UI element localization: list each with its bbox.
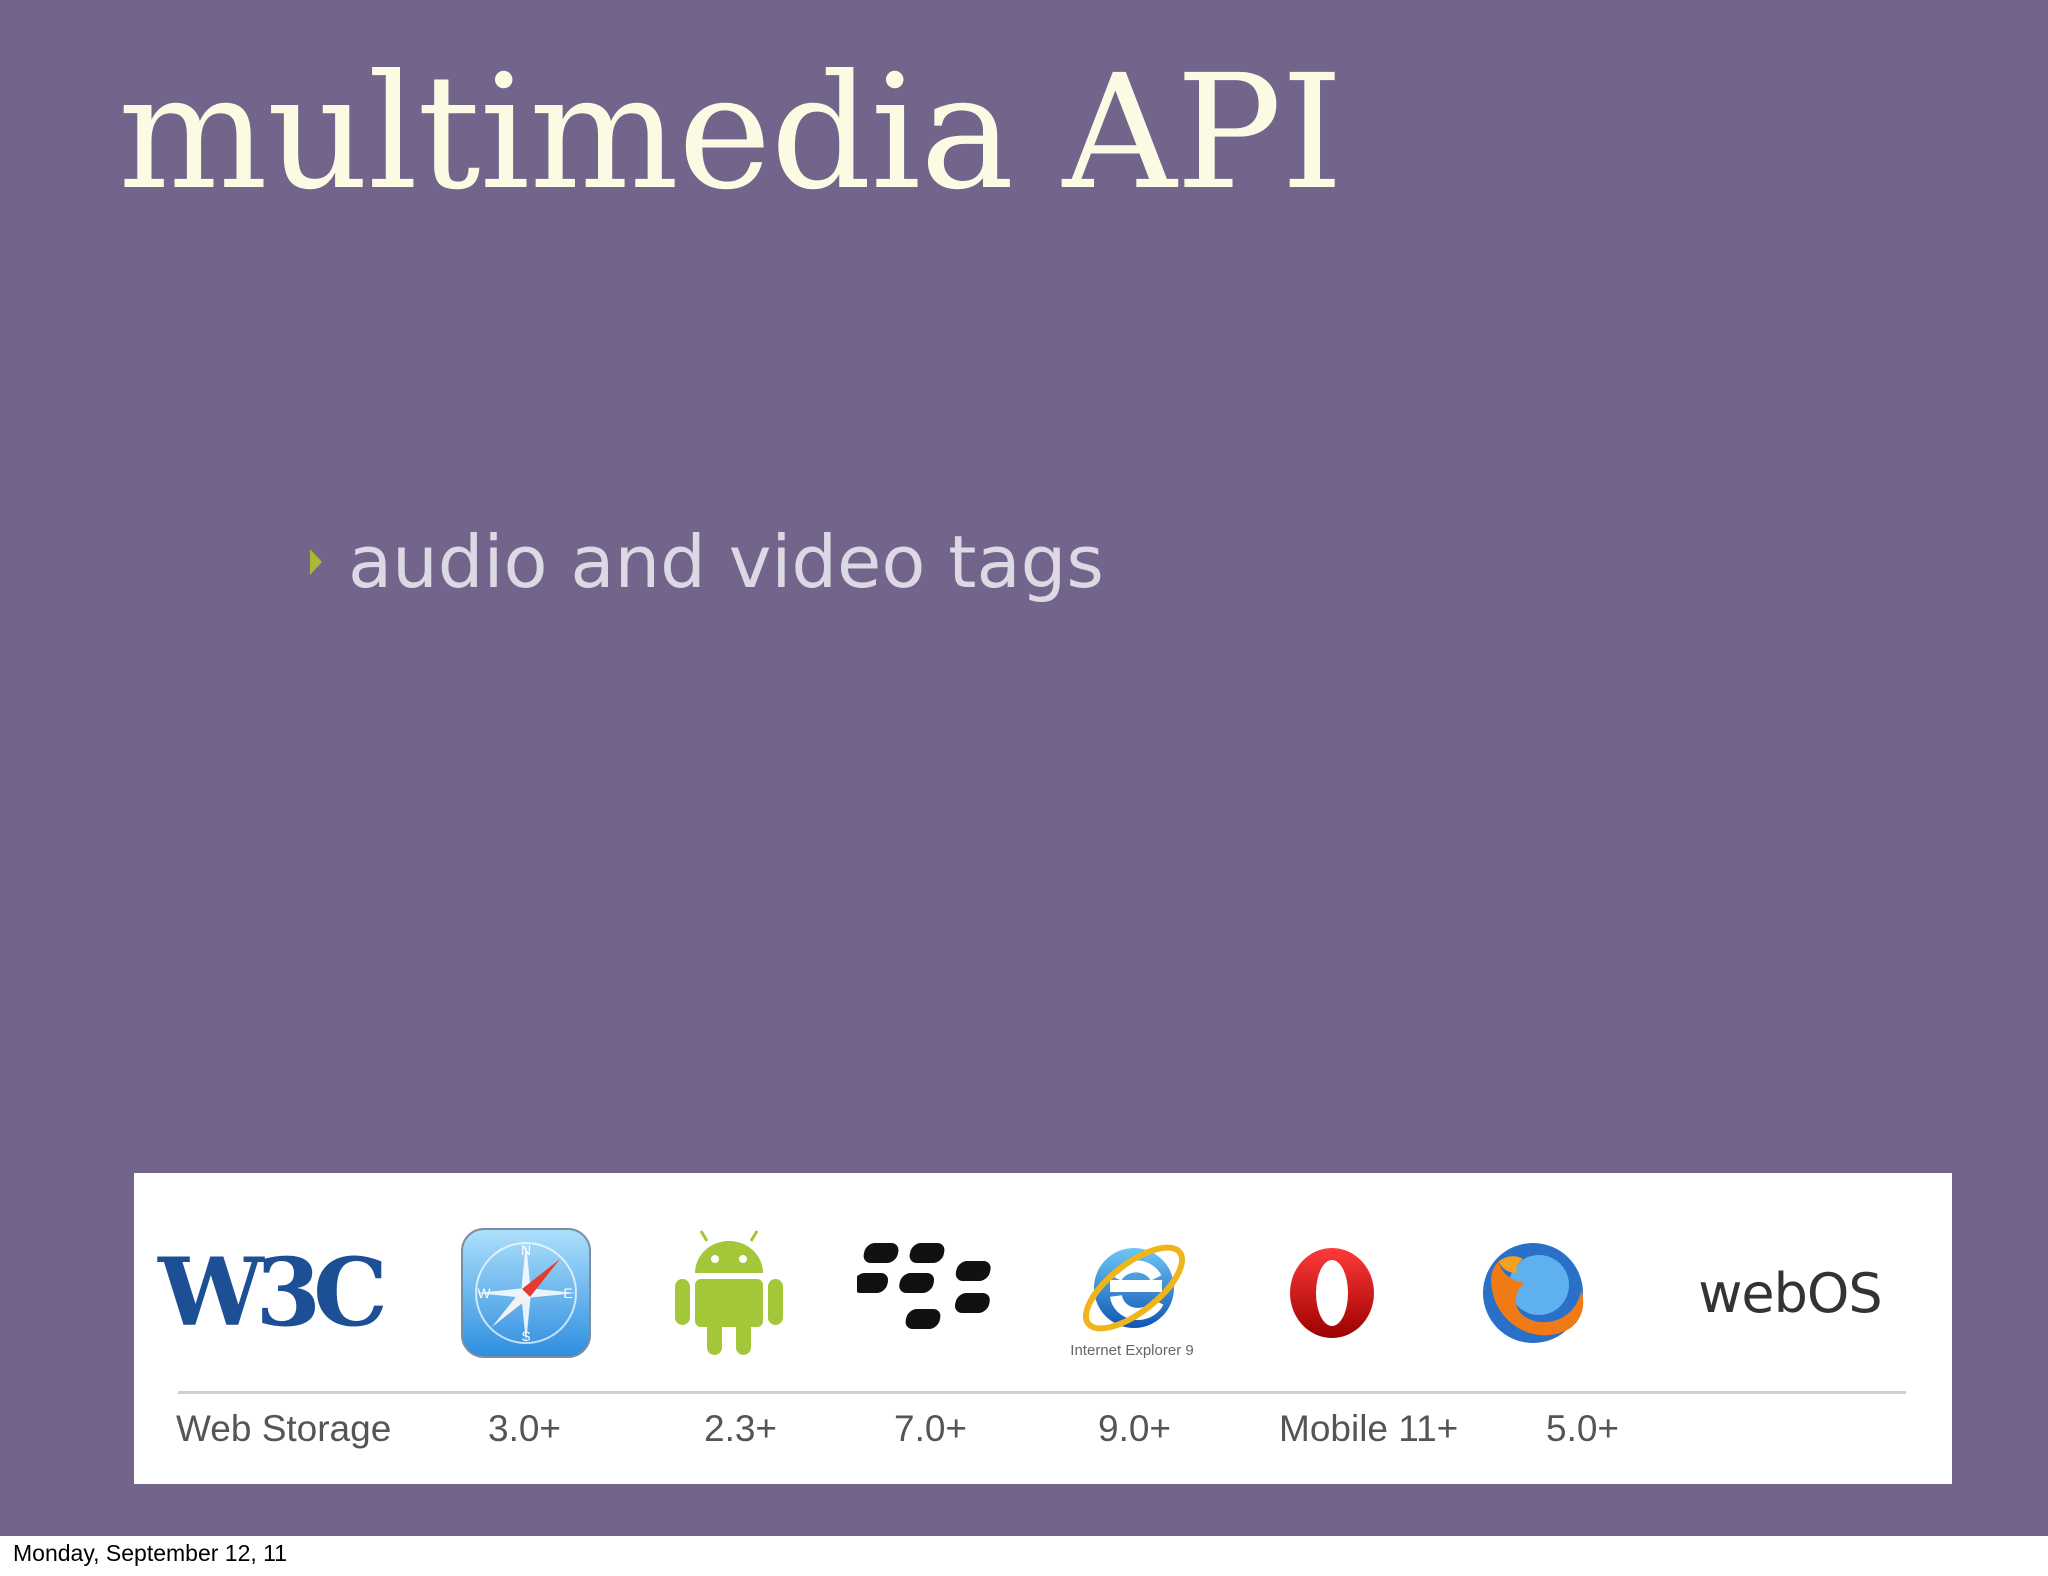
svg-text:W: W	[477, 1285, 491, 1301]
version-safari: 3.0+	[488, 1408, 562, 1449]
footer-date: Monday, September 12, 11	[13, 1540, 288, 1566]
version-w3c: Web Storage	[176, 1408, 392, 1449]
browser-support-panel: W3C N S E W Internet Explorer 9 webOS We…	[134, 1173, 1952, 1484]
safari-compass-icon: N S E W	[456, 1221, 596, 1365]
version-ie: 9.0+	[1098, 1408, 1172, 1449]
svg-text:S: S	[521, 1328, 530, 1344]
divider	[178, 1391, 1906, 1394]
opera-logo-icon	[1272, 1221, 1392, 1365]
svg-text:E: E	[563, 1285, 572, 1301]
bullet-triangle-icon	[310, 549, 322, 575]
bullet-text: audio and video tags	[348, 520, 1104, 604]
ie-caption: Internet Explorer 9	[1070, 1341, 1194, 1359]
blackberry-logo-icon	[856, 1221, 1006, 1365]
version-opera: Mobile 11+	[1279, 1408, 1459, 1449]
slide-title: multimedia API	[118, 41, 1343, 225]
webos-logo: webOS	[1698, 1261, 1882, 1325]
version-firefox: 5.0+	[1546, 1408, 1620, 1449]
firefox-logo-icon	[1468, 1221, 1598, 1365]
version-blackberry: 7.0+	[894, 1408, 968, 1449]
bullet-item: audio and video tags	[310, 512, 1104, 612]
svg-text:N: N	[521, 1242, 531, 1258]
version-android: 2.3+	[704, 1408, 778, 1449]
internet-explorer-icon: Internet Explorer 9	[1062, 1221, 1202, 1365]
slide: multimedia API audio and video tags W3C	[0, 0, 2048, 1536]
android-robot-icon	[664, 1221, 794, 1365]
w3c-logo: W3C	[158, 1238, 388, 1348]
